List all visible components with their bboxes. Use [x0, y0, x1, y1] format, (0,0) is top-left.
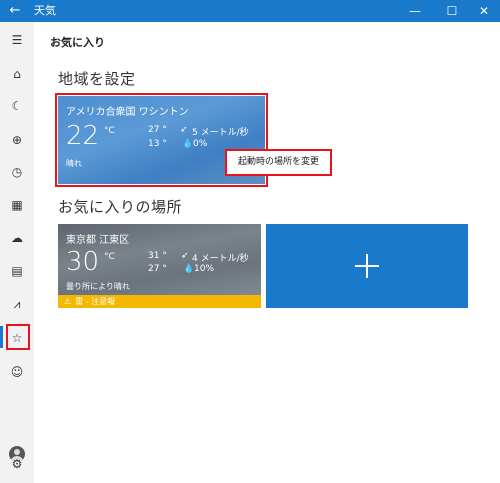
- favorites-highlight-box: [6, 324, 30, 350]
- page-title: お気に入り: [50, 36, 105, 49]
- add-favorite-button[interactable]: [266, 224, 468, 308]
- home-icon[interactable]: ⌂: [4, 63, 30, 85]
- warning-text: 雷 - 注意報: [75, 297, 116, 306]
- weather-cloud-icon[interactable]: ☁: [4, 227, 30, 249]
- favorite-condition: 曇り所により晴れ: [66, 282, 130, 291]
- favorite-high: 31 °: [148, 251, 167, 261]
- active-indicator: [0, 326, 3, 348]
- maximize-button[interactable]: ☐: [443, 2, 461, 20]
- chart-icon[interactable]: ⩘: [4, 293, 30, 315]
- favorite-location-tile[interactable]: 東京都 江東区 30 °C 31 ° 27 ° ➶ 4 メートル/秒 💧 10%…: [58, 224, 261, 308]
- forecast-icon[interactable]: ☾: [4, 95, 30, 117]
- droplet-icon: 💧: [183, 264, 195, 274]
- globe-icon[interactable]: ⊕: [4, 129, 30, 151]
- warning-icon: ⚠: [64, 297, 72, 306]
- home-section-title: 地域を設定: [58, 70, 136, 88]
- news-icon[interactable]: ▤: [4, 260, 30, 282]
- sidebar: ☰ ⌂ ☾ ⊕ ◷ ▦ ☁ ▤ ⩘ ☆ ☺ ⚙: [0, 22, 34, 483]
- plus-icon: [355, 254, 379, 278]
- weather-warning-banner[interactable]: ⚠ 雷 - 注意報: [58, 295, 261, 308]
- favorite-low: 27 °: [148, 264, 167, 274]
- wind-icon: ➶: [181, 251, 189, 261]
- favorite-wind: 4 メートル/秒: [192, 254, 249, 264]
- app-title: 天気: [34, 4, 56, 17]
- favorite-location-name: 東京都 江東区: [66, 235, 130, 246]
- favorite-temperature: 30: [66, 247, 100, 277]
- calendar-icon[interactable]: ▦: [4, 194, 30, 216]
- clock-icon[interactable]: ◷: [4, 161, 30, 183]
- favorite-temp-unit: °C: [104, 252, 115, 262]
- back-arrow-icon[interactable]: ←: [6, 2, 24, 20]
- close-button[interactable]: ✕: [475, 2, 493, 20]
- minimize-button[interactable]: —: [406, 2, 424, 20]
- change-startup-location-menu-item[interactable]: 起動時の場所を変更: [225, 149, 332, 176]
- title-bar: ← 天気 — ☐ ✕: [0, 0, 500, 22]
- favorite-precip: 10%: [194, 264, 215, 274]
- favorites-section-title: お気に入りの場所: [58, 198, 183, 216]
- menu-icon[interactable]: ☰: [4, 29, 30, 51]
- gear-icon[interactable]: ⚙: [4, 453, 30, 475]
- smiley-icon[interactable]: ☺: [4, 361, 30, 383]
